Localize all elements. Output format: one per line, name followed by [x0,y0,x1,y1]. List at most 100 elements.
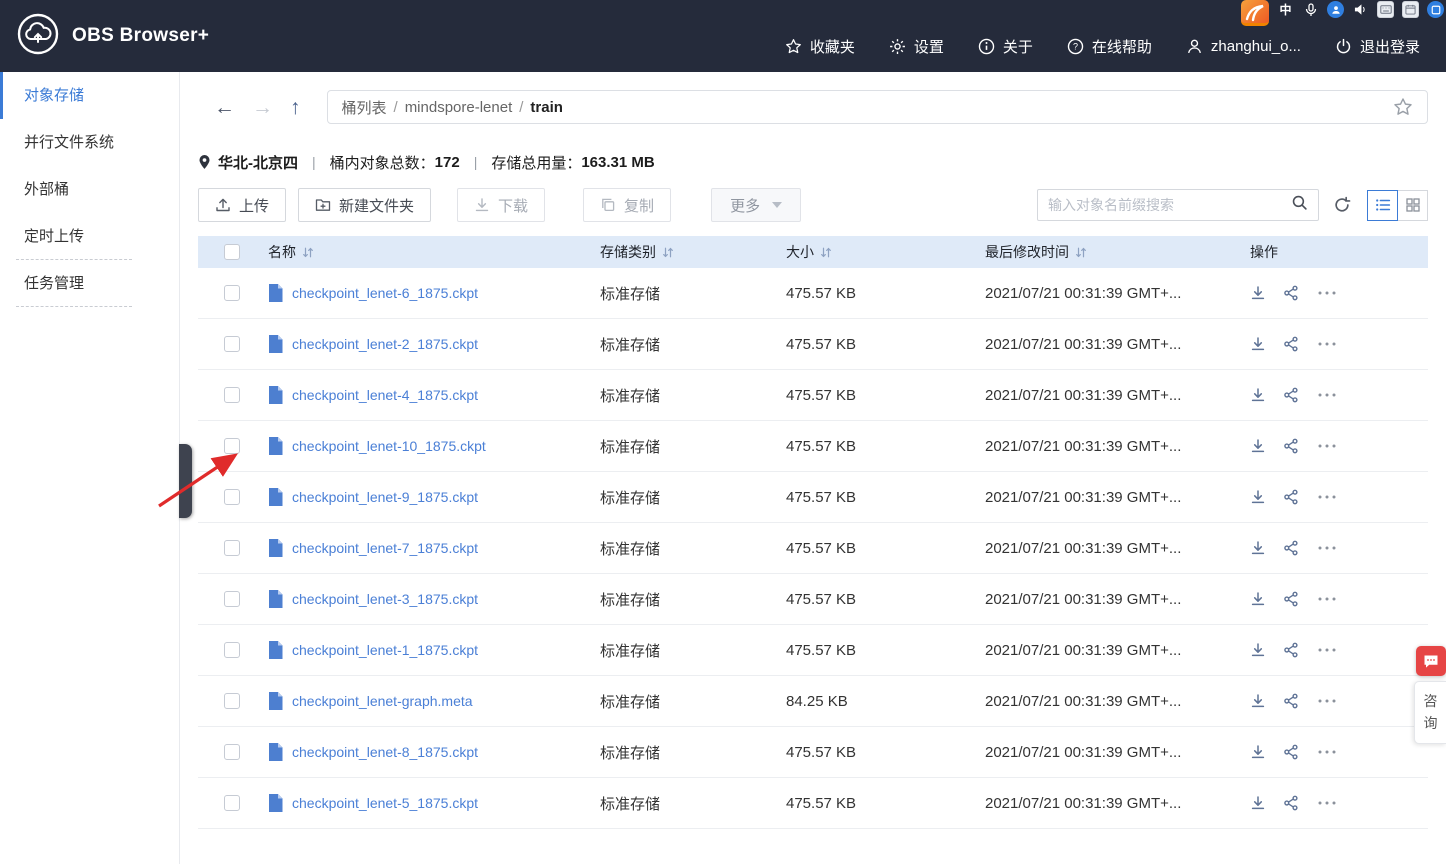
upload-button[interactable]: 上传 [198,188,287,222]
object-name-link[interactable]: checkpoint_lenet-6_1875.ckpt [292,285,478,301]
share-icon[interactable] [1283,336,1299,352]
select-all-checkbox[interactable] [224,244,240,260]
sidebar-item-task-management[interactable]: 任务管理 [0,260,179,307]
more-actions-icon[interactable] [1316,693,1338,709]
row-checkbox[interactable] [224,693,240,709]
row-checkbox[interactable] [224,387,240,403]
search-icon[interactable] [1291,194,1308,216]
download-icon[interactable] [1250,795,1266,811]
share-icon[interactable] [1283,489,1299,505]
user-badge-icon[interactable] [1327,1,1344,18]
more-actions-icon[interactable] [1316,795,1338,811]
object-name-link[interactable]: checkpoint_lenet-2_1875.ckpt [292,336,478,352]
nav-logout[interactable]: 退出登录 [1335,36,1420,57]
row-checkbox[interactable] [224,744,240,760]
sort-icon[interactable] [302,246,314,259]
grid-view-button[interactable] [1397,189,1428,221]
download-icon[interactable] [1250,693,1266,709]
share-icon[interactable] [1283,744,1299,760]
download-button[interactable]: 下载 [457,188,546,222]
nav-favorites[interactable]: 收藏夹 [785,36,855,57]
more-actions-icon[interactable] [1316,336,1338,352]
object-name-link[interactable]: checkpoint_lenet-4_1875.ckpt [292,387,478,403]
row-checkbox[interactable] [224,591,240,607]
sidebar-item-parallel-file-system[interactable]: 并行文件系统 [0,119,179,166]
refresh-icon[interactable] [1333,196,1351,214]
object-name-link[interactable]: checkpoint_lenet-5_1875.ckpt [292,795,478,811]
object-name-link[interactable]: checkpoint_lenet-8_1875.ckpt [292,744,478,760]
app-title: OBS Browser+ [72,25,210,46]
share-icon[interactable] [1283,693,1299,709]
download-icon[interactable] [1250,336,1266,352]
breadcrumb-bucket-name[interactable]: mindspore-lenet [405,99,513,116]
object-name-link[interactable]: checkpoint_lenet-7_1875.ckpt [292,540,478,556]
share-icon[interactable] [1283,285,1299,301]
storage-class-cell: 标准存储 [600,591,661,609]
more-actions-icon[interactable] [1316,540,1338,556]
sort-icon[interactable] [820,246,832,259]
chat-bubble-icon[interactable] [1416,646,1446,676]
keyboard-icon[interactable] [1377,1,1394,18]
consult-button[interactable]: 咨询 [1414,681,1446,745]
breadcrumb-bucket-list[interactable]: 桶列表 [342,97,387,118]
nav-settings[interactable]: 设置 [889,36,944,57]
row-checkbox[interactable] [224,540,240,556]
calendar-icon[interactable] [1402,1,1419,18]
sidebar-item-scheduled-upload[interactable]: 定时上传 [0,213,179,260]
sidebar-item-object-storage[interactable]: 对象存储 [0,72,179,119]
row-checkbox[interactable] [224,489,240,505]
sort-icon[interactable] [1075,246,1087,259]
sidebar-item-external-bucket[interactable]: 外部桶 [0,166,179,213]
row-checkbox[interactable] [224,642,240,658]
download-icon[interactable] [1250,438,1266,454]
forward-arrow-icon[interactable]: → [252,97,273,118]
more-button[interactable]: 更多 [711,188,802,222]
tray-app-icon[interactable] [1427,1,1444,18]
share-icon[interactable] [1283,387,1299,403]
download-icon[interactable] [1250,489,1266,505]
back-arrow-icon[interactable]: ← [214,97,235,118]
list-view-button[interactable] [1367,189,1398,221]
more-actions-icon[interactable] [1316,489,1338,505]
object-name-link[interactable]: checkpoint_lenet-3_1875.ckpt [292,591,478,607]
favorite-star-icon[interactable] [1393,97,1413,117]
row-checkbox[interactable] [224,795,240,811]
more-actions-icon[interactable] [1316,642,1338,658]
download-icon[interactable] [1250,642,1266,658]
download-icon[interactable] [1250,591,1266,607]
download-icon[interactable] [1250,285,1266,301]
copy-button[interactable]: 复制 [583,188,672,222]
nav-online-help[interactable]: ? 在线帮助 [1067,36,1152,57]
object-name-link[interactable]: checkpoint_lenet-9_1875.ckpt [292,489,478,505]
object-name-link[interactable]: checkpoint_lenet-1_1875.ckpt [292,642,478,658]
object-name-link[interactable]: checkpoint_lenet-graph.meta [292,693,473,709]
ime-language-indicator[interactable]: 中 [1277,1,1294,18]
download-icon[interactable] [1250,387,1266,403]
row-checkbox[interactable] [224,438,240,454]
share-icon[interactable] [1283,795,1299,811]
share-icon[interactable] [1283,591,1299,607]
nav-account[interactable]: zhanghui_o... [1186,38,1301,55]
row-checkbox[interactable] [224,336,240,352]
search-input[interactable] [1048,197,1291,213]
speaker-icon[interactable] [1352,1,1369,18]
sort-icon[interactable] [662,246,674,259]
up-level-arrow-icon[interactable]: ↑ [290,97,301,118]
row-checkbox[interactable] [224,285,240,301]
more-actions-icon[interactable] [1316,285,1338,301]
new-folder-button[interactable]: 新建文件夹 [298,188,432,222]
object-name-link[interactable]: checkpoint_lenet-10_1875.ckpt [292,438,486,454]
nav-about[interactable]: 关于 [978,36,1033,57]
sidebar-collapse-handle[interactable] [179,444,192,518]
download-icon[interactable] [1250,540,1266,556]
mic-icon[interactable] [1302,1,1319,18]
more-actions-icon[interactable] [1316,591,1338,607]
share-icon[interactable] [1283,438,1299,454]
paint-app-icon[interactable] [1241,0,1269,26]
download-icon[interactable] [1250,744,1266,760]
more-actions-icon[interactable] [1316,744,1338,760]
more-actions-icon[interactable] [1316,438,1338,454]
more-actions-icon[interactable] [1316,387,1338,403]
share-icon[interactable] [1283,540,1299,556]
share-icon[interactable] [1283,642,1299,658]
